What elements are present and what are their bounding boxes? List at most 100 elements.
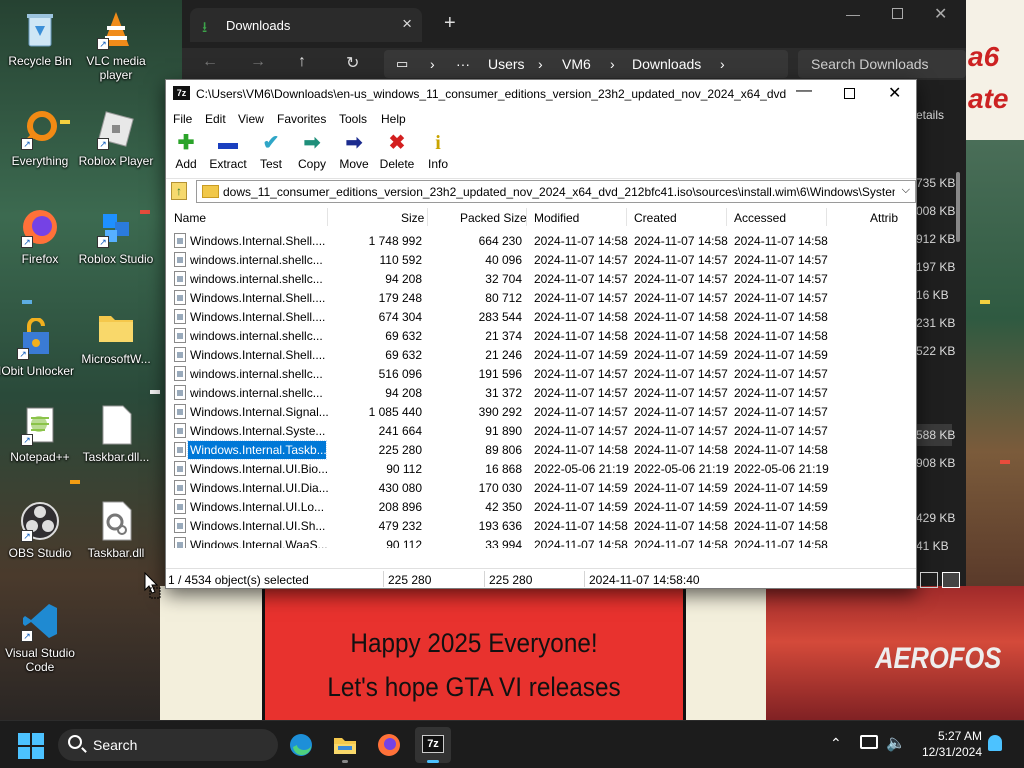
- column-header-created[interactable]: Created: [634, 211, 677, 225]
- column-header-size[interactable]: Size: [401, 211, 424, 225]
- info-button[interactable]: i Info: [413, 132, 463, 171]
- cell-modified: 2022-05-06 21:19: [534, 462, 629, 476]
- table-row[interactable]: Windows.Internal.Shell.... 69 632 21 246 20…: [166, 345, 916, 364]
- desktop-icon-everything[interactable]: ↗ Everything: [0, 108, 80, 168]
- back-arrow-icon[interactable]: ←: [202, 53, 218, 71]
- up-folder-icon[interactable]: ↑: [171, 182, 187, 200]
- cell-created: 2024-11-07 14:58: [634, 538, 728, 548]
- breadcrumb-vm6[interactable]: VM6: [562, 56, 591, 72]
- table-row[interactable]: Windows.Internal.Shell.... 179 248 80 712 2…: [166, 288, 916, 307]
- taskbar-app-firefox[interactable]: [371, 727, 407, 763]
- start-button[interactable]: [18, 733, 44, 759]
- table-row[interactable]: Windows.Internal.Syste... 241 664 91 890 20…: [166, 421, 916, 440]
- cell-size: 516 096: [378, 367, 422, 381]
- desktop-icon-taskbar-dll-backup[interactable]: Taskbar.dll...: [76, 404, 156, 464]
- file-icon: [174, 461, 186, 476]
- taskbar-app-file-explorer[interactable]: [327, 727, 363, 763]
- explorer-address-bar[interactable]: ▭ › ··· Users › VM6 › Downloads ›: [384, 50, 788, 78]
- table-row[interactable]: Windows.Internal.UI.Sh... 479 232 193 636 2…: [166, 516, 916, 535]
- menu-tools[interactable]: Tools: [339, 112, 367, 126]
- menu-help[interactable]: Help: [381, 112, 406, 126]
- table-row[interactable]: Windows.Internal.UI.Bio... 90 112 16 868 20…: [166, 459, 916, 478]
- taskbar-app-edge[interactable]: [283, 727, 319, 763]
- column-header-attrib[interactable]: Attrib: [870, 211, 898, 225]
- forward-arrow-icon[interactable]: →: [250, 53, 266, 71]
- column-divider[interactable]: [726, 208, 727, 226]
- table-row[interactable]: windows.internal.shellc... 94 208 31 372 20…: [166, 383, 916, 402]
- sevenzip-path-input[interactable]: dows_11_consumer_editions_version_23h2_u…: [196, 180, 916, 203]
- table-row[interactable]: Windows.Internal.WaaS... 90 112 33 994 2024…: [166, 535, 916, 548]
- column-divider[interactable]: [427, 208, 428, 226]
- file-explorer-icon: [334, 738, 356, 754]
- cell-packed-size: 40 096: [485, 253, 522, 267]
- column-header-accessed[interactable]: Accessed: [734, 211, 786, 225]
- desktop-icon-taskbar-dll[interactable]: Taskbar.dll: [76, 500, 156, 560]
- cell-packed-size: 191 596: [478, 367, 522, 381]
- refresh-icon[interactable]: ↻: [346, 53, 359, 73]
- desktop-icon-obs-studio[interactable]: ↗ OBS Studio: [0, 500, 80, 560]
- sevenzip-maximize-button[interactable]: [844, 88, 855, 99]
- explorer-scrollbar[interactable]: [956, 172, 960, 242]
- desktop-icon-recycle-bin[interactable]: Recycle Bin: [0, 8, 80, 68]
- column-divider[interactable]: [826, 208, 827, 226]
- taskbar-app-7zip[interactable]: 7z: [415, 727, 451, 763]
- explorer-maximize-button[interactable]: [892, 8, 903, 19]
- details-view-icon[interactable]: [920, 572, 938, 588]
- table-row[interactable]: Windows.Internal.Shell.... 674 304 283 544…: [166, 307, 916, 326]
- column-divider[interactable]: [626, 208, 627, 226]
- table-row[interactable]: Windows.Internal.UI.Lo... 208 896 42 350 20…: [166, 497, 916, 516]
- explorer-minimize-button[interactable]: —: [846, 6, 860, 22]
- table-row[interactable]: Windows.Internal.Shell.... 1 748 992 664 2…: [166, 231, 916, 250]
- new-tab-button[interactable]: +: [444, 12, 456, 35]
- sevenzip-window[interactable]: 7z C:\Users\VM6\Downloads\en-us_windows_…: [165, 79, 917, 589]
- tiles-view-icon[interactable]: [942, 572, 960, 588]
- menu-file[interactable]: File: [173, 112, 192, 126]
- table-row[interactable]: windows.internal.shellc... 110 592 40 096 2…: [166, 250, 916, 269]
- explorer-tab-downloads[interactable]: ⭳ Downloads ×: [190, 8, 422, 42]
- sevenzip-close-button[interactable]: ✕: [888, 83, 901, 103]
- show-hidden-icons-chevron-icon[interactable]: ⌃: [830, 735, 842, 752]
- menu-edit[interactable]: Edit: [205, 112, 226, 126]
- up-arrow-icon[interactable]: ↑: [298, 53, 306, 71]
- sevenzip-minimize-button[interactable]: —: [796, 82, 812, 100]
- column-divider[interactable]: [327, 208, 328, 226]
- table-row[interactable]: windows.internal.shellc... 94 208 32 704 20…: [166, 269, 916, 288]
- column-header-name[interactable]: Name: [174, 211, 206, 225]
- desktop-icon-roblox-player[interactable]: ↗ Roblox Player: [76, 108, 156, 168]
- desktop-icon-notepadpp[interactable]: ↗ Notepad++: [0, 404, 80, 464]
- column-header-modified[interactable]: Modified: [534, 211, 579, 225]
- table-row[interactable]: windows.internal.shellc... 69 632 21 374 20…: [166, 326, 916, 345]
- desktop-icon-microsoftw-folder[interactable]: MicrosoftW...: [76, 306, 156, 366]
- menu-view[interactable]: View: [238, 112, 264, 126]
- table-row[interactable]: Windows.Internal.Signal... 1 085 440 390 2…: [166, 402, 916, 421]
- breadcrumb-downloads[interactable]: Downloads: [632, 56, 701, 72]
- taskbar-search-box[interactable]: Search: [58, 729, 278, 761]
- table-row-selected[interactable]: Windows.Internal.Taskb... 225 280 89 806 20…: [166, 440, 916, 460]
- tab-close-icon[interactable]: ×: [402, 14, 412, 34]
- notification-bell-icon[interactable]: [988, 735, 1002, 751]
- desktop-icon-vscode[interactable]: ↗ Visual Studio Code: [0, 600, 80, 674]
- desktop-icon-vlc[interactable]: ↗ VLC media player: [76, 8, 156, 82]
- chevron-down-icon[interactable]: ⌵: [902, 184, 910, 197]
- table-row[interactable]: Windows.Internal.UI.Dia... 430 080 170 030…: [166, 478, 916, 497]
- breadcrumb-overflow-icon[interactable]: ···: [456, 56, 470, 72]
- menu-favorites[interactable]: Favorites: [277, 112, 326, 126]
- column-divider[interactable]: [526, 208, 527, 226]
- network-icon[interactable]: [860, 735, 878, 749]
- cell-created: 2024-11-07 14:57: [634, 424, 728, 438]
- explorer-search-box[interactable]: Search Downloads: [798, 50, 966, 78]
- sevenzip-titlebar[interactable]: 7z C:\Users\VM6\Downloads\en-us_windows_…: [166, 80, 916, 108]
- volume-muted-icon[interactable]: 🔈: [886, 733, 906, 753]
- sevenzip-file-list[interactable]: Name Size Packed Size Modified Created A…: [166, 206, 916, 548]
- desktop-icon-roblox-studio[interactable]: ↗ Roblox Studio: [76, 206, 156, 266]
- explorer-close-button[interactable]: ✕: [934, 4, 947, 24]
- cell-size: 90 112: [386, 538, 422, 548]
- taskbar-clock[interactable]: 5:27 AM 12/31/2024: [916, 728, 982, 760]
- desktop-icon-firefox[interactable]: ↗ Firefox: [0, 206, 80, 266]
- desktop-icon-label: MicrosoftW...: [81, 352, 151, 366]
- details-button[interactable]: etails: [916, 108, 944, 122]
- column-header-packed-size[interactable]: Packed Size: [460, 211, 527, 225]
- breadcrumb-users[interactable]: Users: [488, 56, 525, 72]
- table-row[interactable]: windows.internal.shellc... 516 096 191 596…: [166, 364, 916, 383]
- desktop-icon-iobit-unlocker[interactable]: ↗ IObit Unlocker: [0, 317, 76, 378]
